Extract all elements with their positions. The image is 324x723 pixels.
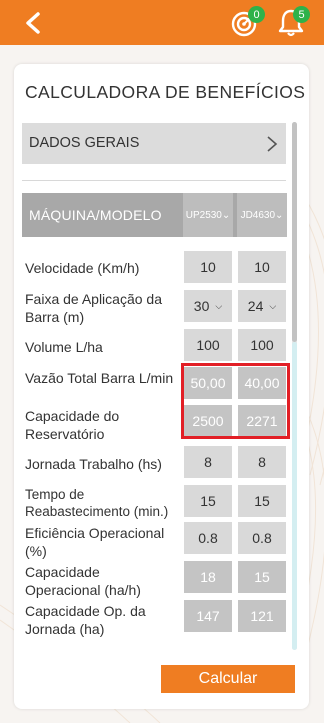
scrollbar-highlight	[292, 342, 297, 650]
back-button[interactable]	[18, 8, 48, 38]
general-data-label: DADOS GERAIS	[29, 135, 140, 151]
cell-cap-jornada-b: 121	[238, 600, 286, 632]
row-label-velocidade: Velocidade (Km/h)	[25, 260, 140, 276]
row-label-jornada: Jornada Trabalho (hs)	[25, 456, 162, 472]
cell-faixa-a-select[interactable]: 30 ⌵	[184, 290, 232, 322]
machine-model-header: MÁQUINA/MODELO UP2530 ⌄ JD4630 ⌄	[22, 193, 287, 237]
machine-b-select[interactable]: JD4630 ⌄	[237, 193, 287, 237]
highlight-box	[181, 363, 290, 439]
cell-volume-b[interactable]: 100	[238, 329, 286, 361]
cell-cap-operacional-a: 18	[184, 561, 232, 593]
cell-faixa-a-value: 30	[193, 298, 210, 314]
chevron-left-icon	[26, 12, 40, 34]
row-label-capacidade-jornada: Capacidade Op. da Jornada (ha)	[25, 603, 146, 637]
row-label-tempo: Tempo de Reabastecimento (min.)	[25, 487, 169, 519]
machine-b-label: JD4630	[240, 209, 276, 221]
cell-cap-jornada-a: 147	[184, 600, 232, 632]
cell-tempo-b[interactable]: 15	[238, 485, 286, 517]
calculate-button[interactable]: Calcular	[161, 665, 295, 693]
cell-jornada-a[interactable]: 8	[184, 446, 232, 478]
notifications-button[interactable]: 5	[276, 6, 310, 38]
row-label-capacidade-reservatorio: Capacidade do Reservatório	[25, 408, 120, 442]
caret-down-icon: ⌵	[269, 300, 277, 311]
page-title: CALCULADORA DE BENEFÍCIOS	[25, 82, 306, 102]
chevron-right-icon	[267, 136, 278, 152]
points-button[interactable]: 0	[229, 6, 265, 38]
machine-a-select[interactable]: UP2530 ⌄	[183, 193, 233, 237]
cell-velocidade-a[interactable]: 10	[184, 251, 232, 283]
caret-down-icon: ⌄	[275, 209, 284, 221]
scrollbar-thumb[interactable]	[292, 122, 297, 342]
machine-model-label: MÁQUINA/MODELO	[29, 207, 162, 223]
row-label-capacidade-operacional: Capacidade Operacional (ha/h)	[25, 564, 141, 598]
cell-eficiencia-a[interactable]: 0.8	[184, 522, 232, 554]
points-badge: 0	[248, 6, 265, 23]
divider	[22, 180, 286, 181]
cell-tempo-a[interactable]: 15	[184, 485, 232, 517]
caret-down-icon: ⌵	[215, 300, 223, 311]
row-label-eficiencia: Eficiência Operacional (%)	[25, 525, 165, 559]
cell-cap-operacional-b: 15	[238, 561, 286, 593]
row-label-volume: Volume L/ha	[25, 339, 103, 355]
cell-faixa-b-select[interactable]: 24 ⌵	[238, 290, 286, 322]
row-label-faixa: Faixa de Aplicação da Barra (m)	[25, 291, 162, 325]
cell-velocidade-b[interactable]: 10	[238, 251, 286, 283]
machine-a-label: UP2530	[185, 209, 222, 221]
caret-down-icon: ⌄	[221, 209, 231, 221]
app-header: 0 5	[0, 0, 324, 45]
cell-jornada-b[interactable]: 8	[238, 446, 286, 478]
cell-faixa-b-value: 24	[247, 298, 264, 314]
row-label-vazao: Vazão Total Barra L/min	[25, 370, 174, 386]
general-data-section[interactable]: DADOS GERAIS	[22, 123, 286, 164]
notifications-badge: 5	[293, 6, 310, 23]
cell-volume-a[interactable]: 100	[184, 329, 232, 361]
cell-eficiencia-b[interactable]: 0.8	[238, 522, 286, 554]
